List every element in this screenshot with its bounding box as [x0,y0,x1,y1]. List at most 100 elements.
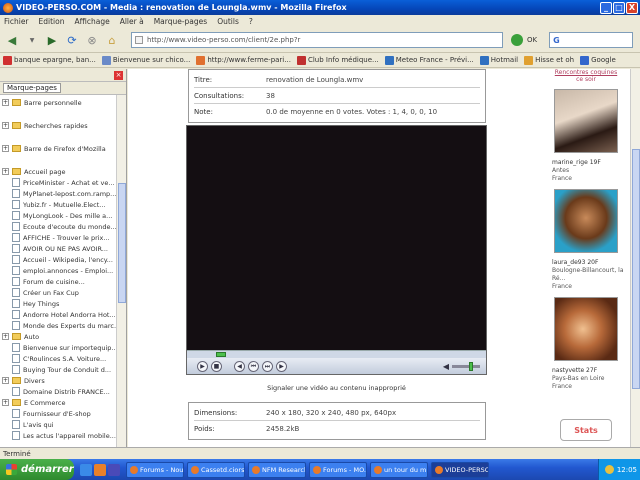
reload-button[interactable]: ⟳ [63,31,81,49]
bookmark-item[interactable]: Meteo France - Prévi... [384,55,474,65]
stop-button[interactable]: ⊗ [83,31,101,49]
home-button[interactable]: ⌂ [103,31,121,49]
bookmark-item[interactable]: banque epargne, ban... [3,55,96,65]
maximize-button[interactable]: □ [613,1,625,14]
video-player[interactable]: ▶ ■ ◀ ⏮ ⏭ ▶ ◀ [186,125,487,375]
search-input[interactable]: G [549,32,634,48]
bookmark-item[interactable]: Hotmail [479,55,518,65]
internet-explorer-icon[interactable] [80,463,92,476]
bookmark-folder[interactable]: + Accueil page [0,166,126,177]
taskbar-task[interactable]: Cassetd.ciorsi... [187,461,245,478]
bookmark-folder[interactable]: + Auto [0,331,126,342]
bookmark-entry[interactable]: AFFICHE - Trouver le prix... [0,232,126,243]
bookmark-entry[interactable]: Créer un Fax Cup [0,287,126,298]
bookmark-item[interactable]: Bienvenue sur chico... [101,55,190,65]
bookmark-folder[interactable]: + Divers [0,375,126,386]
close-button[interactable]: X [626,1,638,14]
bookmark-entry[interactable]: MyPlanet-lepost.com.ramp... [0,188,126,199]
bookmark-entry[interactable]: Ecoute d'ecoute du monde... [0,221,126,232]
forward-button[interactable]: ▶ [43,31,61,49]
video-screen[interactable] [187,126,486,350]
bookmark-entry[interactable]: PriceMinister - Achat et ve... [0,177,126,188]
volume-slider[interactable] [452,361,480,371]
tray-icon[interactable] [604,465,614,474]
bookmark-entry[interactable]: L'avis qui [0,419,126,430]
profile-name[interactable]: nastyvette 27F [552,367,626,375]
go-button-label[interactable]: OK [527,36,537,44]
bookmark-entry[interactable]: AVOIR OU NE PAS AVOIR... [0,243,126,254]
bookmark-entry[interactable]: Fournisseur d'E-shop [0,408,126,419]
expand-icon[interactable]: + [2,168,9,175]
report-video-link[interactable]: Signaler une vidéo au contenu inappropri… [186,384,487,392]
bookmark-folder[interactable]: + Barre de Firefox d'Mozilla [0,143,126,154]
seek-handle[interactable] [216,352,226,357]
expand-icon[interactable]: + [2,145,9,152]
bookmark-folder[interactable]: + Barre personnelle [0,97,126,108]
bookmark-entry[interactable]: MyLongLook - Des mille a... [0,210,126,221]
bookmark-entry[interactable]: Buying Tour de Conduit d... [0,364,126,375]
address-bar[interactable]: http://www.video-perso.com/client/2e.php… [131,32,503,48]
taskbar-task[interactable]: NFM Research... [248,461,306,478]
back-dropdown-icon[interactable]: ▼ [23,31,41,49]
expand-icon[interactable]: + [2,399,9,406]
taskbar-task[interactable]: Forums - MO... [309,461,367,478]
taskbar-task[interactable]: VIDEO-PERSO... [431,461,489,478]
ad-header-link[interactable]: Rencontres coquines [546,69,626,76]
expand-icon[interactable]: + [2,122,9,129]
volume-control[interactable]: ◀ [443,361,480,371]
sidebar-scroll-thumb[interactable] [118,183,126,303]
bookmark-entry[interactable]: Monde des Experts du marc... [0,320,126,331]
page-scrollbar[interactable] [630,69,640,447]
fast-forward-icon[interactable]: ▶ [276,360,287,372]
bookmark-entry[interactable]: Bienvenue sur importequip... [0,342,126,353]
close-icon[interactable]: × [114,70,123,80]
expand-icon[interactable]: + [2,99,9,106]
stop-button-player[interactable]: ■ [211,360,222,372]
bookmark-entry[interactable]: C'Roulinces S.A. Voiture... [0,353,126,364]
bookmark-item[interactable]: Hisse et oh [524,55,574,65]
rewind-icon[interactable]: ◀ [234,360,245,372]
bookmark-entry[interactable]: Hey Things [0,298,126,309]
bookmark-entry[interactable]: Yubiz.fr - Mutuelle.Elect... [0,199,126,210]
profile-name[interactable]: laura_de93 20F [552,259,626,267]
speaker-icon[interactable]: ◀ [443,362,449,371]
menu-file[interactable]: Fichier [4,17,29,26]
ad-profile[interactable]: laura_de93 20F Boulogne-Billancourt, la … [546,189,626,291]
menu-edit[interactable]: Edition [39,17,65,26]
profile-photo[interactable] [554,89,618,153]
previous-icon[interactable]: ⏮ [248,360,259,372]
next-icon[interactable]: ⏭ [262,360,273,372]
bookmark-folder[interactable]: + E Commerce [0,397,126,408]
ad-profile[interactable]: marine_rige 19F Antes France [546,89,626,183]
bookmark-item[interactable]: http://www.ferme-pari... [196,55,291,65]
ad-profile[interactable]: nastyvette 27F Pays-Bas en Loire France [546,297,626,391]
seek-bar[interactable] [187,350,486,358]
bookmark-entry[interactable]: emploi.annonces - Emploi... [0,265,126,276]
taskbar-task[interactable]: un tour du m... [370,461,428,478]
profile-photo[interactable] [554,189,618,253]
play-button[interactable]: ▶ [197,360,208,372]
firefox-quicklaunch-icon[interactable] [94,463,106,476]
bookmark-entry[interactable]: Forum de cuisine... [0,276,126,287]
bookmark-entry[interactable]: Accueil - Wikipedia, l'ency... [0,254,126,265]
minimize-button[interactable]: _ [600,1,612,14]
back-button[interactable]: ◀ [3,31,21,49]
expand-icon[interactable]: + [2,377,9,384]
bookmark-entry[interactable]: Andorre Hotel Andorra Hot... [0,309,126,320]
menu-bookmarks[interactable]: Marque-pages [154,17,208,26]
start-button[interactable]: démarrer [0,459,74,480]
taskbar-task[interactable]: Forums - Nous... [126,461,184,478]
volume-handle[interactable] [469,361,473,371]
ad-header-sub[interactable]: ce soir [546,76,626,83]
profile-name[interactable]: marine_rige 19F [552,159,626,167]
bookmark-item[interactable]: Club Info médique... [296,55,379,65]
stats-badge[interactable]: Stats [560,419,612,441]
menu-view[interactable]: Affichage [74,17,109,26]
bookmark-folder[interactable]: + Recherches rapides [0,120,126,131]
page-scroll-thumb[interactable] [632,149,640,389]
bookmark-item[interactable]: Google [580,55,616,65]
menu-help[interactable]: ? [249,17,253,26]
sidebar-scrollbar[interactable] [116,95,126,447]
media-player-icon[interactable] [108,463,120,476]
bookmark-entry[interactable]: Domaine Distrib FRANCE... [0,386,126,397]
